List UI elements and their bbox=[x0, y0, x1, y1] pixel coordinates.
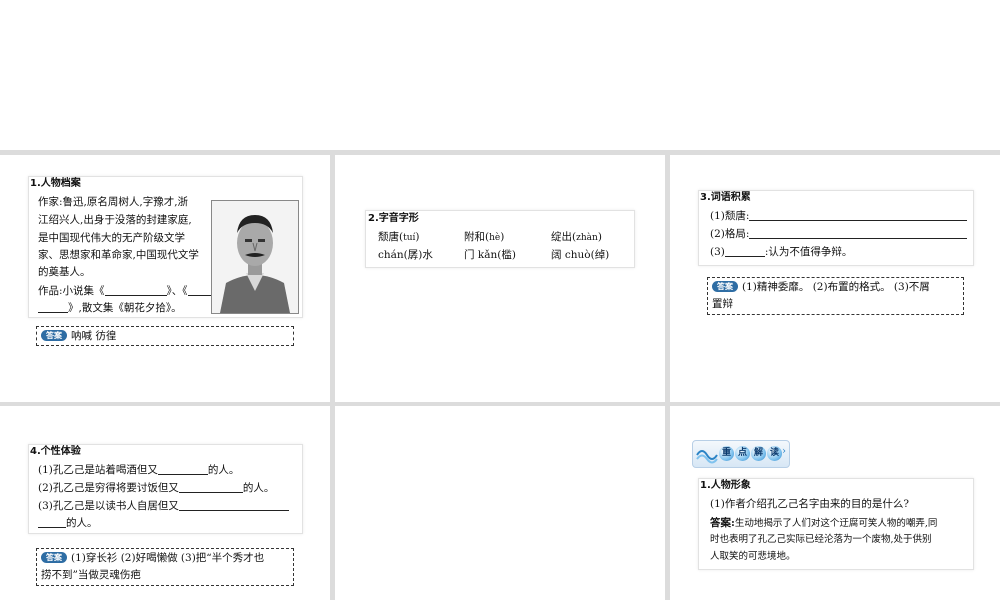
slide-3-answer-l1: (1)精神委靡。 (2)布置的格式。 (3)不屑 bbox=[742, 281, 930, 293]
banner-char-1: 重 bbox=[719, 446, 734, 461]
works-prefix: 作品:小说集《 bbox=[38, 285, 105, 297]
banner-char-4: 读 bbox=[767, 446, 782, 461]
slide-2-heading: 2.字音字形 bbox=[368, 213, 419, 224]
works-line-2: 》,散文集《朝花夕拾》。 bbox=[38, 300, 182, 316]
author-line-4: 家、思想家和革命家,中国现代文学 bbox=[38, 249, 199, 261]
item-kuochuo: 阔 chuò(绰) bbox=[551, 249, 610, 261]
slide-4-answer-l1: (1)穿长衫 (2)好喝懒做 (3)把“半个秀才也 bbox=[71, 552, 265, 564]
experience-q2: (2)孔乙己是穷得将要讨饭但又 的人。 bbox=[38, 481, 275, 494]
works-suffix: 》,散文集《朝花夕拾》。 bbox=[68, 302, 182, 314]
works-line-1: 作品:小说集《 》、《 bbox=[38, 283, 216, 299]
slide-2[interactable] bbox=[335, 155, 665, 402]
experience-q3-cont: 的人。 bbox=[38, 515, 98, 531]
slide-4-answer-box: 答案 (1)穿长衫 (2)好喝懒做 (3)把“半个秀才也 捞不到”当做灵魂伤疤 bbox=[36, 548, 294, 586]
banner-arrow-icon: › bbox=[782, 446, 786, 457]
item-zhanchu: 绽出(zhàn) bbox=[551, 231, 602, 243]
works-sep: 》、《 bbox=[166, 285, 188, 297]
banner-wave-icon bbox=[696, 450, 718, 464]
experience-q1: (1)孔乙己是站着喝酒但又 的人。 bbox=[38, 463, 240, 476]
slide-4-heading: 4.个性体验 bbox=[30, 446, 81, 457]
slide-3-answer-l2: 置辩 bbox=[712, 298, 733, 310]
item-fuhe: 附和(hè) bbox=[464, 231, 505, 243]
blank-vocab-1[interactable] bbox=[749, 209, 968, 221]
slide-6-question: (1)作者介绍孔乙己名字由来的目的是什么? bbox=[710, 498, 910, 510]
item-tuitang: 颓唐(tuí) bbox=[378, 231, 420, 243]
pinyin-row-1: 颓唐(tuí) 附和(hè) 绽出(zhàn) bbox=[378, 229, 602, 246]
author-line-2: 江绍兴人,出身于没落的封建家庭, bbox=[38, 214, 192, 226]
answer-badge[interactable]: 答案 bbox=[41, 330, 67, 341]
slide-1-heading: 1.人物档案 bbox=[30, 178, 81, 189]
item-chanshui: chán(孱)水 bbox=[378, 249, 433, 261]
answer-badge[interactable]: 答案 bbox=[712, 281, 738, 292]
vocab-q1: (1)颓唐: bbox=[710, 208, 968, 224]
slide-5[interactable] bbox=[335, 406, 665, 600]
banner-char-2: 点 bbox=[735, 446, 750, 461]
slide-6-answer-l3: 人取笑的可悲境地。 bbox=[710, 551, 796, 562]
author-line-1: 作家:鲁迅,原名周树人,字豫才,浙 bbox=[38, 196, 189, 208]
vocab-q2: (2)格局: bbox=[710, 226, 968, 242]
author-line-5: 的奠基人。 bbox=[38, 266, 91, 278]
slide-4-answer-l2: 捞不到”当做灵魂伤疤 bbox=[41, 569, 141, 581]
blank-exp-1[interactable] bbox=[157, 463, 208, 475]
portrait-image bbox=[212, 201, 298, 313]
answer-badge[interactable]: 答案 bbox=[41, 552, 67, 563]
blank-exp-3b[interactable] bbox=[38, 516, 66, 528]
experience-q3: (3)孔乙己是以读书人自居但又 bbox=[38, 498, 289, 514]
blank-exp-2[interactable] bbox=[178, 481, 243, 493]
blank-exp-3a[interactable] bbox=[178, 499, 289, 511]
slide-3-answer-box: 答案 (1)精神委靡。 (2)布置的格式。 (3)不屑 置辩 bbox=[707, 277, 964, 315]
item-menkan: 门 kǎn(槛) bbox=[464, 249, 516, 261]
slide-3-heading: 3.词语积累 bbox=[700, 192, 751, 203]
slide-6-answer-label: 答案: bbox=[710, 517, 735, 529]
slide-6-answer-l2: 时也表明了孔乙己实际已经沦落为一个废物,处于供别 bbox=[710, 534, 932, 545]
slide-6-answer-l1: 答案:生动地揭示了人们对这个迂腐可笑人物的嘲弄,同 bbox=[710, 517, 938, 529]
author-portrait bbox=[211, 200, 299, 314]
slide-6-heading: 1.人物形象 bbox=[700, 480, 751, 491]
blank-works-1[interactable] bbox=[104, 284, 167, 296]
slide-1-answer-box: 答案 呐喊 彷徨 bbox=[36, 326, 294, 346]
author-line-3: 是中国现代伟大的无产阶级文学 bbox=[38, 232, 185, 244]
blank-works-2b[interactable] bbox=[38, 301, 68, 313]
key-points-banner: 重 点 解 读 › bbox=[692, 440, 790, 468]
blank-vocab-2[interactable] bbox=[749, 227, 968, 239]
pinyin-row-2: chán(孱)水 门 kǎn(槛) 阔 chuò(绰) bbox=[378, 247, 609, 263]
slide-1-answer: 呐喊 彷徨 bbox=[71, 330, 117, 342]
banner-char-3: 解 bbox=[751, 446, 766, 461]
blank-vocab-3[interactable] bbox=[724, 245, 765, 257]
vocab-q3: (3):认为不值得争辩。 bbox=[710, 245, 853, 258]
